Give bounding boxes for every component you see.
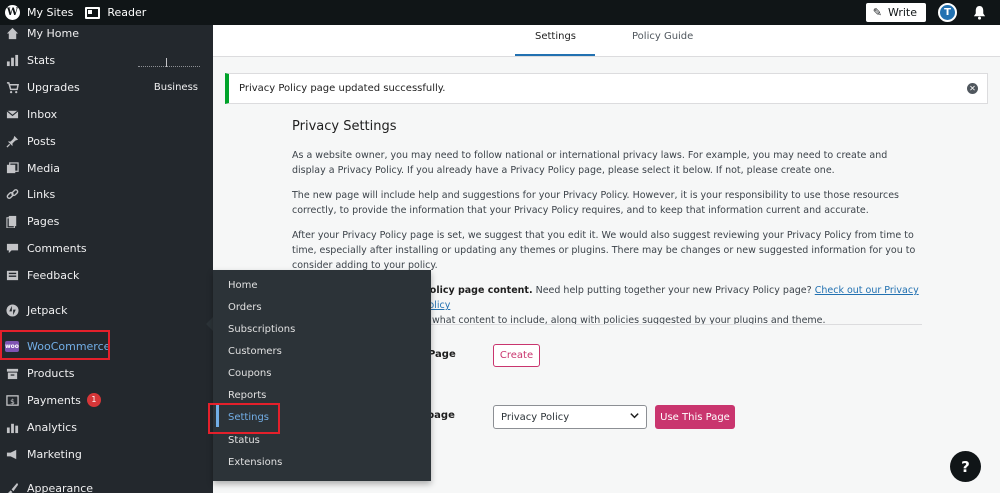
woocommerce-highlight-box — [0, 330, 110, 360]
sidebar-item-posts[interactable]: Posts — [0, 130, 213, 152]
submenu-item-extensions[interactable]: Extensions — [228, 457, 282, 468]
stats-sparkline — [138, 58, 200, 67]
help-button[interactable]: ? — [950, 451, 981, 482]
sidebar-item-payments[interactable]: $ Payments 1 — [0, 389, 213, 411]
sidebar-item-label: Links — [27, 187, 56, 201]
submenu-item-customers[interactable]: Customers — [228, 346, 282, 357]
sidebar: My Home Stats Upgrades Business Inbox Po… — [0, 25, 213, 493]
archive-icon — [5, 366, 19, 380]
mail-icon — [5, 107, 19, 121]
policy-content-bold: policy page content. — [423, 285, 533, 296]
edit-suggestion-paragraph: After your Privacy Policy page is set, w… — [292, 230, 916, 271]
privacy-settings-heading: Privacy Settings — [292, 119, 397, 134]
reader-label: Reader — [107, 6, 147, 19]
analytics-icon — [5, 420, 19, 434]
feedback-icon — [5, 268, 19, 282]
chevron-down-icon — [629, 410, 640, 424]
pin-icon — [5, 134, 19, 148]
submenu-item-subscriptions[interactable]: Subscriptions — [228, 324, 295, 335]
sidebar-item-inbox[interactable]: Inbox — [0, 103, 213, 125]
sidebar-item-label: Posts — [27, 134, 56, 148]
link-icon — [5, 187, 19, 201]
dismiss-close-icon[interactable]: ✕ — [967, 83, 978, 94]
sidebar-item-label: Appearance — [27, 481, 94, 493]
my-sites-label: My Sites — [27, 6, 74, 19]
sidebar-item-marketing[interactable]: Marketing — [0, 443, 213, 465]
woocommerce-submenu: Home Orders Subscriptions Customers Coup… — [208, 270, 431, 481]
sidebar-item-my-home[interactable]: My Home — [0, 22, 213, 44]
megaphone-icon — [5, 447, 19, 461]
brush-icon — [5, 481, 19, 493]
jetpack-icon — [5, 303, 19, 317]
media-icon — [5, 161, 19, 175]
tab-policy-guide[interactable]: Policy Guide — [632, 31, 693, 42]
use-this-page-button[interactable]: Use This Page — [655, 405, 735, 429]
payments-count-badge: 1 — [86, 393, 101, 407]
tab-settings[interactable]: Settings — [535, 31, 576, 42]
sidebar-item-label: Inbox — [27, 107, 58, 121]
settings-highlight-box — [208, 403, 280, 434]
policy-content-text: Need help putting together your new Priv… — [532, 285, 815, 296]
notice-text: Privacy Policy page updated successfully… — [239, 83, 446, 94]
sidebar-item-appearance[interactable]: Appearance — [0, 477, 213, 493]
sidebar-item-stats[interactable]: Stats — [0, 49, 213, 71]
selected-page-value: Privacy Policy — [501, 411, 570, 423]
intro-paragraph: As a website owner, you may need to foll… — [292, 150, 888, 176]
submenu-item-home[interactable]: Home — [228, 280, 258, 291]
plan-label: Business — [153, 81, 198, 93]
write-label: Write — [887, 6, 917, 19]
sidebar-item-media[interactable]: Media — [0, 157, 213, 179]
submenu-item-status[interactable]: Status — [228, 435, 260, 446]
flyout-pointer — [206, 317, 213, 331]
sidebar-item-label: Stats — [27, 53, 56, 67]
submenu-item-orders[interactable]: Orders — [228, 302, 262, 313]
success-notice: Privacy Policy page updated successfully… — [225, 73, 988, 104]
sidebar-item-label: Pages — [27, 214, 60, 228]
sidebar-item-label: Comments — [27, 241, 87, 255]
create-button[interactable]: Create — [493, 344, 540, 367]
sidebar-item-upgrades[interactable]: Upgrades Business — [0, 76, 213, 98]
sidebar-item-jetpack[interactable]: Jetpack — [0, 299, 213, 321]
sidebar-item-analytics[interactable]: Analytics — [0, 416, 213, 438]
create-page-label: Page — [428, 349, 456, 360]
reader-icon — [85, 6, 101, 19]
sidebar-item-label: Jetpack — [27, 303, 68, 317]
pencil-icon: ✎ — [872, 6, 882, 19]
svg-text:$: $ — [10, 396, 15, 405]
submenu-item-reports[interactable]: Reports — [228, 390, 266, 401]
privacy-page-select[interactable]: Privacy Policy — [493, 405, 647, 429]
cart-icon — [5, 80, 19, 94]
write-button[interactable]: ✎ Write — [865, 3, 926, 22]
sidebar-item-label: Products — [27, 366, 75, 380]
sidebar-item-label: Analytics — [27, 420, 77, 434]
sidebar-item-label: Marketing — [27, 447, 82, 461]
submenu-item-coupons[interactable]: Coupons — [228, 368, 271, 379]
sidebar-item-label: Payments — [27, 393, 81, 407]
payment-icon: $ — [5, 393, 19, 407]
comment-icon — [5, 241, 19, 255]
responsibility-paragraph: The new page will include help and sugge… — [292, 190, 899, 216]
house-icon — [5, 26, 19, 40]
sidebar-item-label: My Home — [27, 26, 79, 40]
sidebar-item-feedback[interactable]: Feedback — [0, 264, 213, 286]
avatar[interactable]: T — [938, 3, 957, 22]
sidebar-item-label: Media — [27, 161, 61, 175]
bar-chart-icon — [5, 53, 19, 67]
sidebar-item-label: Upgrades — [27, 80, 80, 94]
active-tab-indicator — [515, 54, 595, 56]
wordpress-icon: W — [5, 5, 20, 20]
sidebar-item-comments[interactable]: Comments — [0, 237, 213, 259]
sidebar-item-pages[interactable]: Pages — [0, 210, 213, 232]
sidebar-item-products[interactable]: Products — [0, 362, 213, 384]
select-page-label: page — [427, 410, 455, 421]
sidebar-item-label: Feedback — [27, 268, 80, 282]
notifications-bell-icon[interactable] — [969, 3, 989, 23]
page-icon — [5, 214, 19, 228]
sidebar-item-links[interactable]: Links — [0, 183, 213, 205]
tab-bar: Settings Policy Guide — [213, 25, 1000, 57]
